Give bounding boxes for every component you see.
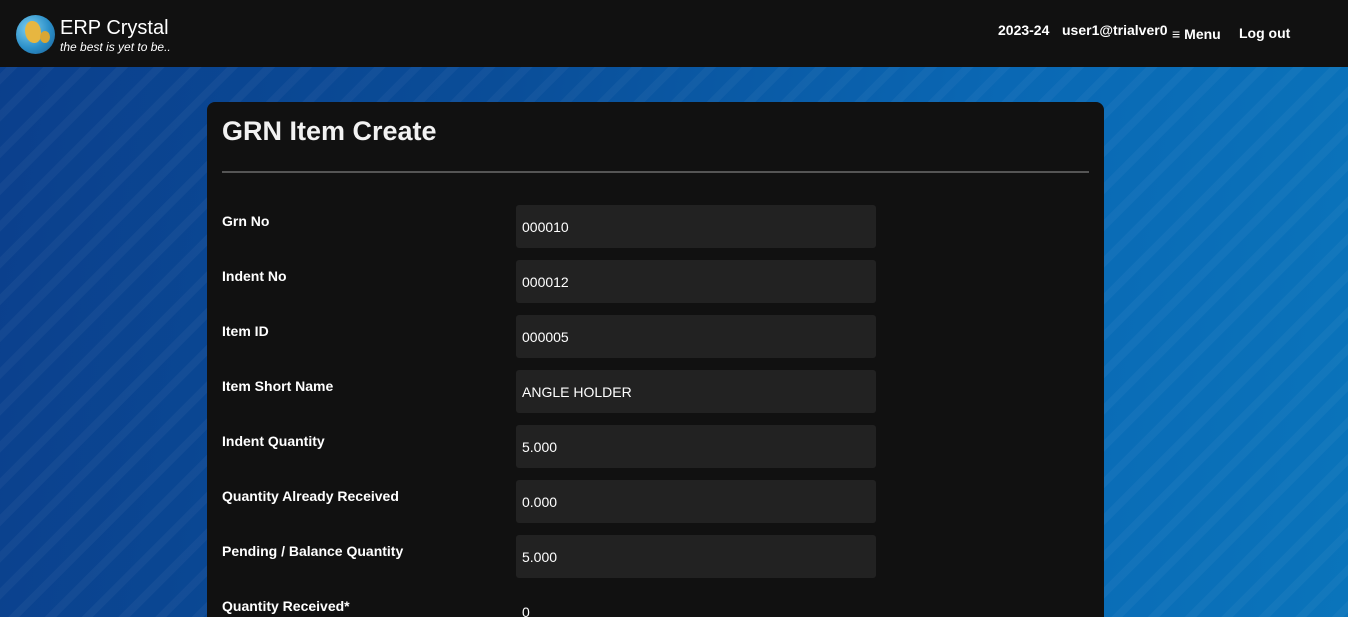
grn-no-field[interactable] — [516, 205, 876, 248]
indent-no-label: Indent No — [222, 268, 287, 284]
current-user[interactable]: user1@trialver0 — [1062, 22, 1168, 38]
indent-no-field[interactable] — [516, 260, 876, 303]
item-short-name-label: Item Short Name — [222, 378, 334, 394]
grn-no-label: Grn No — [222, 213, 270, 229]
brand-name: ERP Crystal — [60, 17, 169, 39]
pending-balance-quantity-row: Pending / Balance Quantity — [207, 535, 1104, 578]
grn-item-form-card: GRN Item Create Grn No Indent No Item ID… — [207, 102, 1104, 617]
globe-logo-icon — [16, 15, 55, 54]
top-navbar: ERP Crystal the best is yet to be.. 2023… — [0, 0, 1348, 67]
quantity-already-received-row: Quantity Already Received — [207, 480, 1104, 523]
brand-tagline: the best is yet to be.. — [60, 40, 171, 54]
page-title: GRN Item Create — [222, 116, 437, 146]
indent-quantity-field[interactable] — [516, 425, 876, 468]
hamburger-icon: ≡ — [1172, 26, 1181, 42]
indent-quantity-label: Indent Quantity — [222, 433, 325, 449]
financial-year[interactable]: 2023-24 — [998, 22, 1049, 38]
indent-quantity-row: Indent Quantity — [207, 425, 1104, 468]
item-id-field[interactable] — [516, 315, 876, 358]
indent-no-row: Indent No — [207, 260, 1104, 303]
quantity-already-received-field[interactable] — [516, 480, 876, 523]
item-id-label: Item ID — [222, 323, 269, 339]
item-short-name-field[interactable] — [516, 370, 876, 413]
menu-label: Menu — [1184, 26, 1221, 42]
brand[interactable]: ERP Crystal the best is yet to be.. — [16, 15, 171, 54]
title-divider — [222, 171, 1089, 173]
grn-no-row: Grn No — [207, 205, 1104, 248]
item-short-name-row: Item Short Name — [207, 370, 1104, 413]
quantity-received-field[interactable] — [516, 590, 876, 617]
item-id-row: Item ID — [207, 315, 1104, 358]
quantity-received-label: Quantity Received* — [222, 598, 350, 614]
pending-balance-quantity-label: Pending / Balance Quantity — [222, 543, 404, 559]
logout-link[interactable]: Log out — [1239, 25, 1290, 41]
quantity-received-row: Quantity Received* — [207, 590, 1104, 617]
pending-balance-quantity-field[interactable] — [516, 535, 876, 578]
quantity-already-received-label: Quantity Already Received — [222, 488, 399, 504]
menu-button[interactable]: ≡ Menu — [1172, 26, 1221, 42]
